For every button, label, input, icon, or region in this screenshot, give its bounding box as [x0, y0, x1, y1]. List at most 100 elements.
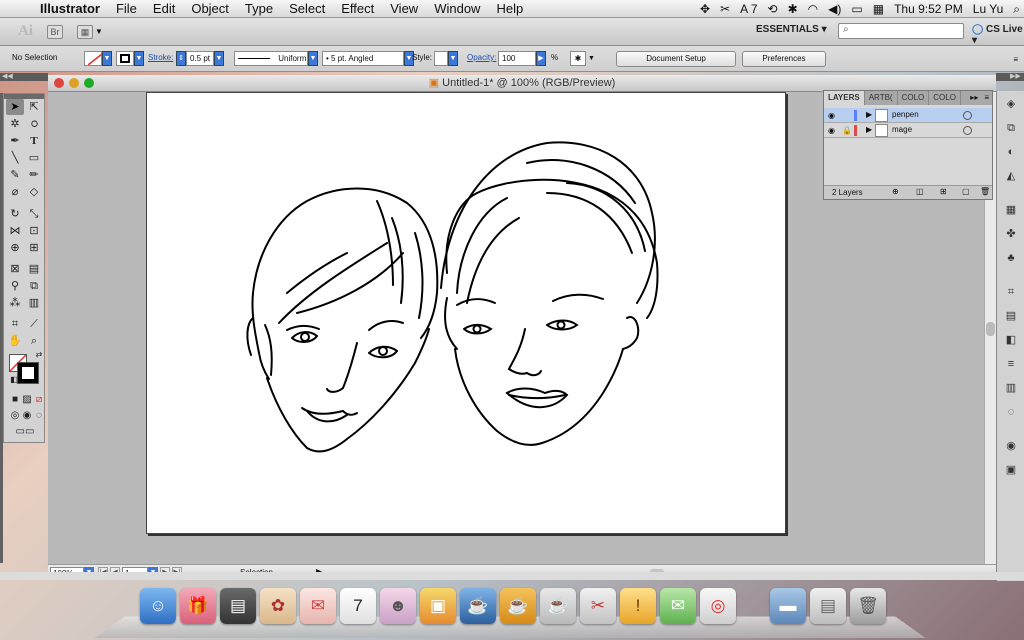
appearance-panel-icon[interactable]: ◉	[1003, 439, 1019, 453]
blob-brush-tool-icon[interactable]: ⌀	[6, 184, 24, 200]
hand-tool-icon[interactable]: ✋	[6, 333, 24, 349]
lock-toggle[interactable]	[842, 111, 851, 120]
magic-wand-tool-icon[interactable]: ✲	[6, 116, 24, 132]
color-panel-icon[interactable]: ◐	[1003, 145, 1019, 159]
warning-icon[interactable]: !	[620, 588, 656, 624]
photo-viewer-icon[interactable]: ▣	[420, 588, 456, 624]
layer-row-mage[interactable]: ◉ 🔒 ▶ mage	[824, 123, 992, 138]
user-name[interactable]: Lu Yu	[973, 2, 1003, 16]
dock-panel-header[interactable]: ▶▶	[996, 73, 1024, 81]
expand-triangle-icon[interactable]: ▶	[866, 125, 872, 134]
bluetooth-icon[interactable]: ✱	[788, 2, 798, 16]
paintbrush-tool-icon[interactable]: ✎	[6, 167, 24, 183]
menu-window[interactable]: Window	[426, 1, 488, 16]
dreamweaver-cup-icon[interactable]: ☕	[460, 588, 496, 624]
shape-builder-tool-icon[interactable]: ⊕	[6, 240, 24, 256]
address-book-icon[interactable]: ☻	[380, 588, 416, 624]
target-circle-icon[interactable]	[963, 126, 972, 135]
gift-app-icon[interactable]: 🎁	[180, 588, 216, 624]
pen-tool-icon[interactable]: ✒	[6, 133, 24, 149]
menu-object[interactable]: Object	[183, 1, 237, 16]
type-tool-icon[interactable]: T	[25, 133, 43, 149]
tab-layers[interactable]: LAYERS	[824, 91, 865, 105]
graphic-styles-panel-icon[interactable]: ▣	[1003, 463, 1019, 477]
stroke-dropdown[interactable]: ▼	[134, 51, 144, 66]
green-mail-icon[interactable]: ✉	[660, 588, 696, 624]
pencil-tool-icon[interactable]: ✏	[25, 167, 43, 183]
new-sublayer-icon[interactable]: ⊞	[940, 187, 947, 196]
workspace-switcher[interactable]: ESSENTIALS ▾	[756, 24, 827, 35]
face-drawing[interactable]	[147, 93, 787, 535]
artboard-tool-icon[interactable]: ⌗	[6, 316, 24, 332]
perspective-grid-tool-icon[interactable]: ⊞	[25, 240, 43, 256]
transform-panel-icon[interactable]: ⌗	[1003, 285, 1019, 299]
slice-tool-icon[interactable]: ⟋	[25, 316, 43, 332]
menu-file[interactable]: File	[108, 1, 145, 16]
menu-view[interactable]: View	[382, 1, 426, 16]
delete-layer-icon[interactable]: 🗑	[980, 187, 990, 196]
graphic-style-swatch[interactable]	[434, 51, 448, 66]
make-clipping-mask-icon[interactable]: ◫	[916, 187, 924, 196]
target-circle-icon[interactable]	[963, 111, 972, 120]
stroke-swatch[interactable]	[116, 51, 134, 66]
recolor-button[interactable]: ✱	[570, 51, 586, 66]
tab-color-guide[interactable]: COLO	[929, 91, 961, 105]
free-transform-tool-icon[interactable]: ⊡	[25, 223, 43, 239]
pathfinder-panel-icon[interactable]: ◧	[1003, 333, 1019, 347]
align-panel-icon[interactable]: ▤	[1003, 309, 1019, 323]
swatches-panel-icon[interactable]: ▦	[1003, 203, 1019, 217]
fill-dropdown[interactable]: ▼	[102, 51, 112, 66]
tab-color[interactable]: COLO	[898, 91, 930, 105]
eraser-tool-icon[interactable]: ◇	[25, 184, 43, 200]
variable-width-profile[interactable]: Uniform	[234, 51, 308, 66]
preferences-button[interactable]: Preferences	[742, 51, 826, 67]
opacity-label[interactable]: Opacity:	[467, 53, 496, 62]
stroke-stepper[interactable]: ⇕	[176, 51, 186, 66]
menu-select[interactable]: Select	[281, 1, 333, 16]
calendar-icon[interactable]: 7	[340, 588, 376, 624]
downloads-stack-icon[interactable]: ▤	[810, 588, 846, 624]
stroke-label[interactable]: Stroke:	[148, 53, 173, 62]
vertical-scroll-thumb[interactable]	[986, 322, 995, 336]
lasso-tool-icon[interactable]: ഠ	[25, 116, 43, 132]
volume-icon[interactable]: ◀)	[828, 2, 841, 16]
line-tool-icon[interactable]: ╲	[6, 150, 24, 166]
new-layer-icon[interactable]: ▢	[962, 187, 970, 196]
artboards-panel-icon[interactable]: ⧉	[1003, 121, 1019, 135]
draw-inside-icon[interactable]: ◌	[30, 408, 48, 424]
none-mode-icon[interactable]: ⧄	[30, 392, 48, 408]
menu-edit[interactable]: Edit	[145, 1, 183, 16]
visibility-eye-icon[interactable]: ◉	[828, 111, 837, 120]
spotlight-icon[interactable]: ⌕	[1013, 2, 1020, 17]
menu-effect[interactable]: Effect	[333, 1, 382, 16]
search-input[interactable]: ⌕	[838, 23, 964, 39]
gradient-tool-icon[interactable]: ▤	[25, 261, 43, 277]
profile-dropdown[interactable]: ▼	[308, 51, 318, 66]
locate-object-icon[interactable]: ⊕	[892, 187, 899, 196]
screen-mode-icon[interactable]: ▭▭	[14, 424, 36, 440]
layer-row-penpen[interactable]: ◉ ▶ penpen	[824, 108, 992, 123]
scale-tool-icon[interactable]: ⤡	[25, 206, 43, 222]
mesh-tool-icon[interactable]: ⊠	[6, 261, 24, 277]
brush-definition[interactable]: • 5 pt. Angled	[322, 51, 404, 66]
menu-app-name[interactable]: Illustrator	[32, 1, 108, 16]
column-graph-tool-icon[interactable]: ▥	[25, 295, 43, 311]
layer-name[interactable]: penpen	[892, 110, 919, 119]
photo-booth-icon[interactable]: ▤	[220, 588, 256, 624]
wifi-icon[interactable]: ◠	[808, 2, 818, 16]
documents-folder-icon[interactable]: ▬	[770, 588, 806, 624]
finder-icon[interactable]: ☺	[140, 588, 176, 624]
zoom-icon[interactable]	[84, 78, 94, 88]
eyedropper-tool-icon[interactable]: ⚲	[6, 278, 24, 294]
right-face-drawing[interactable]	[440, 141, 659, 446]
adobe-updater-icon[interactable]: A 7	[740, 2, 757, 16]
panel-menu-icon[interactable]: ≡	[981, 91, 992, 105]
panel-menu-icon[interactable]: ≡	[1013, 55, 1018, 64]
default-colors-icon[interactable]: ◧	[5, 372, 23, 388]
layers-panel-icon[interactable]: ◈	[1003, 97, 1019, 111]
gradient-panel-icon[interactable]: ▥	[1003, 381, 1019, 395]
battery-icon[interactable]: ▭	[851, 2, 862, 16]
artboard[interactable]	[146, 92, 786, 534]
stroke-panel-icon[interactable]: ≡	[1003, 357, 1019, 371]
style-dropdown[interactable]: ▼	[448, 51, 458, 66]
